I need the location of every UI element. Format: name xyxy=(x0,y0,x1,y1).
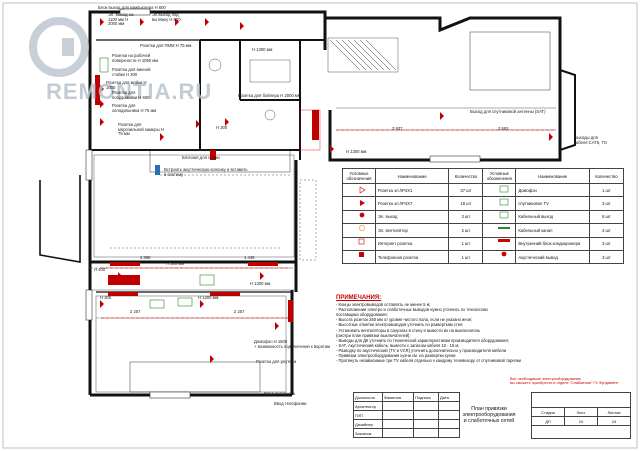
room-label: + возможность подключения к воротам xyxy=(254,344,331,349)
room-label: Н 300 xyxy=(216,125,228,130)
room-label: Выходы для кабеля CAT6, ТО xyxy=(574,135,608,145)
legend-name: Эл. выход xyxy=(374,209,450,225)
stage-label: Стадия xyxy=(531,407,565,417)
legend-header-cell: Условные обозначения xyxy=(482,168,517,184)
stamp-cell: Подпись xyxy=(413,392,439,402)
legend-header-cell: Условные обозначения xyxy=(342,168,376,184)
legend-row: Интернет розетка 1 шт Внутренний блок ко… xyxy=(342,236,625,251)
legend-name: Телефонная розетка xyxy=(374,249,450,265)
room-label: 2 257 xyxy=(130,309,141,314)
room-label: Розетка для роутера xyxy=(256,359,297,364)
legend-qty: 3 шт xyxy=(588,196,625,211)
signatures-table: Должность Фамилия Подпись Дата Архитектор Г… xyxy=(353,392,460,438)
notes-line: - Протянуть независимые три TV кабеля от… xyxy=(336,358,521,364)
room-label: Н 400 xyxy=(94,267,106,272)
legend-header-cell: Количество xyxy=(448,168,484,184)
stamp-cell: Заказчик xyxy=(353,428,383,438)
sheets-label: Листов xyxy=(597,407,631,417)
room-label: 2 888 xyxy=(140,255,151,260)
room-label: Н 300 мм xyxy=(166,261,185,266)
sheet-value: 10 xyxy=(564,416,598,426)
legend-name: Кабельный выход xyxy=(515,209,590,225)
notes-block: ПРИМЕЧАНИЯ: - Концы электровыводов остав… xyxy=(336,295,568,364)
legend-qty: 2 шт xyxy=(448,223,484,238)
stamp-cell: Архитектор xyxy=(353,401,383,411)
room-label: Розетка для холодильника Н 75 мм xyxy=(112,103,157,113)
logo-icon xyxy=(29,17,89,77)
legend-qty: 6 шт xyxy=(588,209,625,225)
sheet-info-table: Стадия Лист Листов ДП 10 24 xyxy=(531,392,631,439)
room-label: Встроить акустическую колонку и вставить… xyxy=(164,167,248,177)
room-label: Розетки для ПММ Н 75 мм xyxy=(140,43,192,48)
title-block: Должность Фамилия Подпись Дата Архитектор Г… xyxy=(353,392,635,440)
room-label: Н 300 xyxy=(100,295,112,300)
stage-value: ДП xyxy=(531,416,565,426)
room-label: Н 1300 мм xyxy=(198,295,219,300)
room-label: Н 1300 мм xyxy=(346,149,367,154)
room-label: 3 937 xyxy=(392,126,403,131)
legend-row: Розетка эл./IP4X7 18 шт спутниковое TV 3… xyxy=(342,196,625,211)
stamp-cell: Дизайнер xyxy=(353,419,383,429)
room-label: Розетки на рабочей поверхности Н 1050 мм xyxy=(112,53,159,63)
legend-row: Телефонная розетка 1 шт Акустический выв… xyxy=(342,249,625,265)
room-label: Розетка для морозильной камеры Н 75 мм xyxy=(118,122,164,137)
stamp-cell: Фамилия xyxy=(382,392,414,402)
legend-qty: 37 шт xyxy=(448,182,484,198)
legend-name: Интернет розетка xyxy=(374,236,450,251)
legend-qty: 2 шт xyxy=(588,223,625,238)
legend-header-cell: Наименование xyxy=(515,168,590,184)
legend-table: Условные обозначения Наименование Количе… xyxy=(342,168,625,265)
legend-name: Эл. вентилятор xyxy=(374,223,450,238)
legend-name: Домофон xyxy=(515,182,590,198)
room-label: Ввод телефонии xyxy=(274,401,307,406)
legend-row: Эл. выход 2 шт Кабельный выход 6 шт xyxy=(342,209,625,225)
room-label: Блочная для сушки xyxy=(182,155,220,160)
room-label: 2 257 xyxy=(234,309,245,314)
legend-qty: 2 шт xyxy=(448,209,484,225)
room-label: Розетка для бойлера Н 2000 мм xyxy=(238,93,301,98)
room-label: 3 583 xyxy=(498,126,509,131)
drawing-title: План привязки электрооборудования и слаб… xyxy=(462,406,516,424)
legend-qty: 1 шт xyxy=(588,182,625,198)
legend-header-cell: Наименование xyxy=(374,168,450,184)
stamp-cell: ГИП xyxy=(353,410,383,420)
notes-title: ПРИМЕЧАНИЯ: xyxy=(336,295,382,301)
legend-header: Условные обозначения Наименование Количе… xyxy=(342,168,625,184)
warning-line: вы сможете приобрести в отделе "Снабжени… xyxy=(510,381,619,386)
legend-row: Розетка эл./IP4X1 37 шт Домофон 1 шт xyxy=(342,182,625,198)
room-label: Эл. выход на 1100 мм Н 2000 мм xyxy=(108,12,134,27)
room-label: Блок выход для компьютера Н 600 xyxy=(98,5,166,10)
legend-header-cell: Количество xyxy=(588,168,625,184)
legend-qty: 3 шт xyxy=(588,249,625,265)
supply-warning: Все необходимое электрооборудование вы с… xyxy=(510,377,619,386)
room-label: Розетка для винной стойки Н 300 xyxy=(112,67,151,77)
room-label: Н 1300 мм xyxy=(252,47,273,52)
legend-qty: 18 шт xyxy=(448,196,484,211)
room-label: Эл.выход под вытяжку Н 600 xyxy=(152,12,181,22)
room-label: Выход для спутниковой антенны (SAT) xyxy=(470,109,546,114)
legend-name: Внутренний блок кондиционера xyxy=(515,236,590,251)
legend-row: Эл. вентилятор 2 шт Кабельный канал 2 шт xyxy=(342,223,625,238)
room-label: Ввод интернета xyxy=(264,391,295,396)
legend-qty: 1 шт xyxy=(448,249,484,265)
room-label: Розетка для посудомойки Н 600 xyxy=(112,90,150,100)
legend-qty: 1 шт xyxy=(448,236,484,251)
room-label: 1 445 xyxy=(244,255,255,260)
stamp-cell: Дата xyxy=(438,392,460,402)
legend-name: Акустический вывод xyxy=(515,249,590,265)
sheet-label: Лист xyxy=(564,407,598,417)
drawing-sheet: REMONTIA.RU Блок выход для компьютера Н … xyxy=(0,0,640,451)
legend-qty: 3 шт xyxy=(588,236,625,251)
legend-name: Розетка эл./IP4X1 xyxy=(374,182,450,198)
sheets-value: 24 xyxy=(597,416,631,426)
stamp-cell: Должность xyxy=(353,392,383,402)
room-label: Розетка для мойки Н 1000 xyxy=(106,80,147,90)
legend-name: спутниковое TV xyxy=(515,196,590,211)
room-label: Н 1300 мм xyxy=(250,281,271,286)
legend-name: Кабельный канал xyxy=(515,223,590,238)
legend-name: Розетка эл./IP4X7 xyxy=(374,196,450,211)
